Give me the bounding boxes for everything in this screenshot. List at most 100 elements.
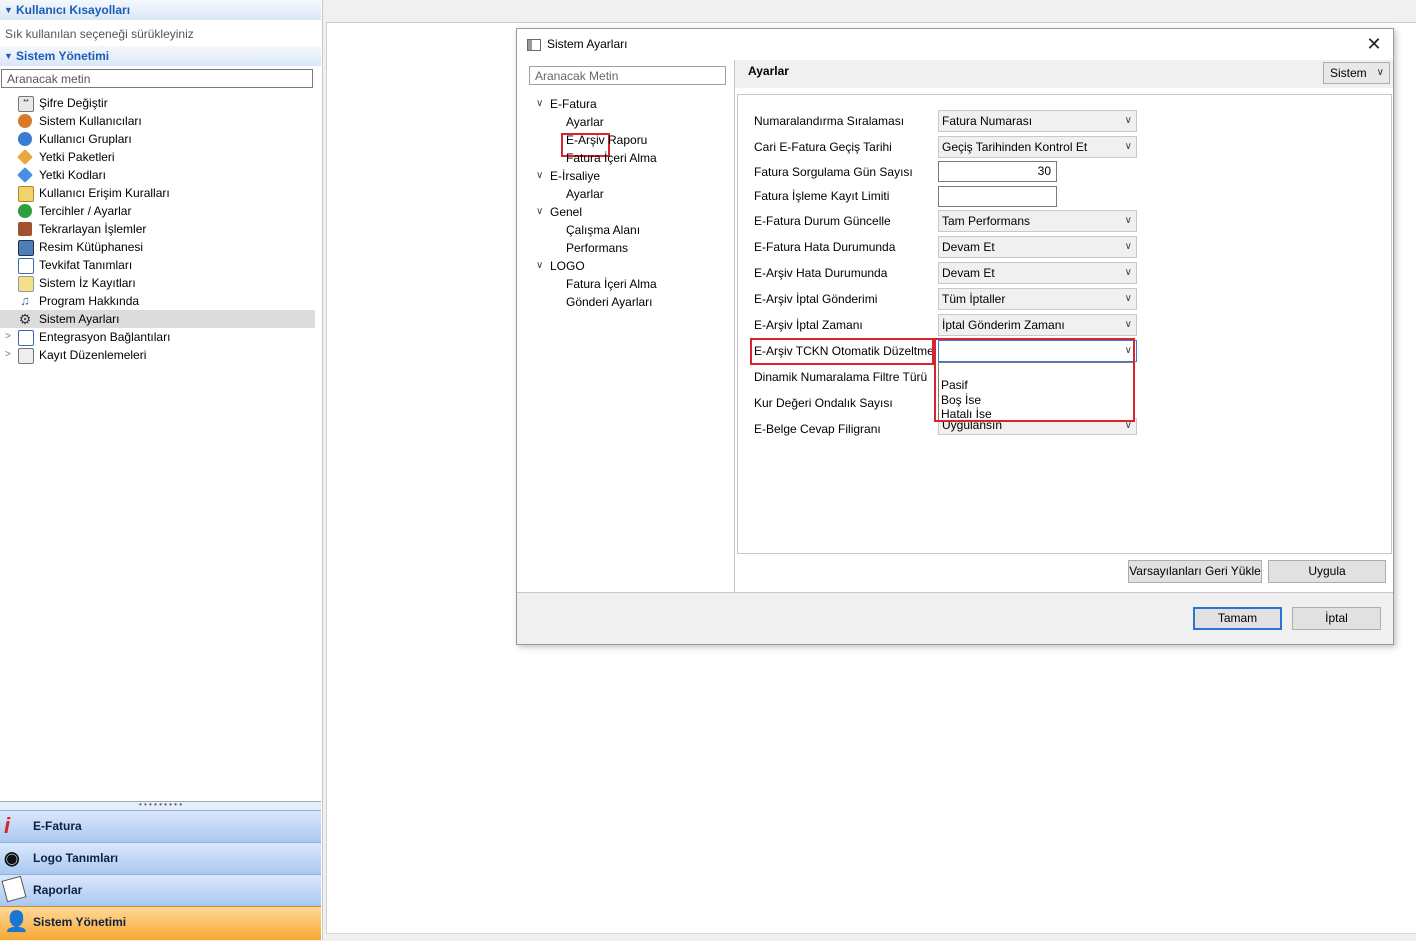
tree-node-label: Ayarlar [566,187,604,201]
numbering-order-select[interactable]: Fatura Numarası ∨ [938,110,1137,132]
nav-item-erisim-kurallari[interactable]: Kullanıcı Erişim Kuralları [0,184,315,202]
settings-title: Ayarlar [748,64,789,78]
nav-item-sistem-ayarlari[interactable]: ⚙ Sistem Ayarları [0,310,315,328]
nav-item-tevkifat[interactable]: Tevkifat Tanımları [0,256,315,274]
field-label: E-Arşiv TCKN Otomatik Düzeltme [754,344,934,358]
nav-item-sistem-kullanicilari[interactable]: Sistem Kullanıcıları [0,112,315,130]
field-label: Fatura İşleme Kayıt Limiti [754,189,890,203]
nav-item-tekrarlayan[interactable]: Tekrarlayan İşlemler [0,220,315,238]
outlook-label: E-Fatura [33,819,82,833]
nav-item-label: Sistem İz Kayıtları [39,276,136,290]
chevron-down-icon: ∨ [1376,67,1384,78]
outlook-sistem-yonetimi[interactable]: 👤 Sistem Yönetimi [0,906,321,940]
panel-splitter[interactable]: • • • • • • • • • [0,801,321,810]
nav-item-kayit-duzenlemeleri[interactable]: > Kayıt Düzenlemeleri [0,346,315,364]
nav-item-resim-kutuphanesi[interactable]: Resim Kütüphanesi [0,238,315,256]
expand-arrow-icon[interactable]: > [5,346,11,364]
dialog-title-bar[interactable]: Sistem Ayarları ✕ [517,29,1393,60]
earsiv-cancel-time-select[interactable]: İptal Gönderim Zamanı ∨ [938,314,1137,336]
nav-item-label: Yetki Kodları [39,168,106,182]
tckn-dropdown-list: Pasif Boş İse Hatalı İse [938,362,1134,422]
restore-defaults-button[interactable]: Varsayılanları Geri Yükle [1128,560,1262,583]
chevron-down-icon: ∨ [1124,267,1132,278]
earsiv-tckn-correction-select[interactable]: ∨ [938,340,1137,362]
chevron-down-icon: ∨ [1124,115,1132,126]
tree-node-logo-fatura-iceri-alma[interactable]: Fatura İçeri Alma [566,275,657,293]
tree-node-label: Fatura İçeri Alma [566,277,657,291]
tree-node-eirsaliye-ayarlar[interactable]: Ayarlar [566,185,604,203]
chevron-down-icon[interactable]: ∨ [536,257,543,275]
nav-item-label: Kullanıcı Erişim Kuralları [39,186,170,200]
nav-item-yetki-paketleri[interactable]: Yetki Paketleri [0,148,315,166]
field-label: E-Arşiv İptal Zamanı [754,318,863,332]
earsiv-error-select[interactable]: Devam Et ∨ [938,262,1137,284]
tree-node-logo[interactable]: ∨ LOGO [536,257,585,275]
tree-node-fatura-iceri-alma[interactable]: Fatura İçeri Alma [566,149,657,167]
nav-search-input[interactable]: Aranacak metin [1,69,313,88]
earsiv-cancel-send-select[interactable]: Tüm İptaller ∨ [938,288,1137,310]
field-label: E-Arşiv İptal Gönderimi [754,292,878,306]
nav-item-entegrasyon[interactable]: > Entegrasyon Bağlantıları [0,328,315,346]
efatura-icon: i [4,813,11,838]
chevron-down-icon: ∨ [1124,141,1132,152]
tree-node-genel[interactable]: ∨ Genel [536,203,582,221]
select-value: İptal Gönderim Zamanı [942,318,1065,332]
tree-search-input[interactable]: Aranacak Metin [529,66,726,85]
tree-node-efatura[interactable]: ∨ E-Fatura [536,95,597,113]
system-management-header[interactable]: ▼ Sistem Yönetimi [0,46,321,66]
expand-arrow-icon[interactable]: > [5,328,11,346]
tree-node-efatura-ayarlar[interactable]: Ayarlar [566,113,604,131]
outlook-logo-tanimlari[interactable]: ◉ Logo Tanımları [0,842,321,874]
nav-item-yetki-kodlari[interactable]: Yetki Kodları [0,166,315,184]
nav-item-label: Kayıt Düzenlemeleri [39,348,147,362]
tree-node-earsiv-raporu[interactable]: E-Arşiv Raporu [566,131,647,149]
outlook-label: Sistem Yönetimi [33,915,127,929]
outlook-label: Raporlar [33,883,83,897]
user-groups-icon [18,132,32,146]
chevron-down-icon: ∨ [1124,319,1132,330]
system-management-label: Sistem Yönetimi [16,49,110,63]
tree-node-calisma-alani[interactable]: Çalışma Alanı [566,221,640,239]
tree-node-label: Çalışma Alanı [566,223,641,237]
nav-item-sifre-degistir[interactable]: ** Şifre Değiştir [0,94,315,112]
nav-item-iz-kayitlari[interactable]: Sistem İz Kayıtları [0,274,315,292]
tree-node-eirsaliye[interactable]: ∨ E-İrsaliye [536,167,600,185]
settings-panel: Ayarlar Sistem ∨ Numaralandırma Sıralama… [735,60,1393,592]
left-navigation-panel: ▼ Kullanıcı Kısayolları Sık kullanılan s… [0,0,323,940]
close-icon[interactable]: ✕ [1361,32,1387,56]
cancel-button[interactable]: İptal [1292,607,1381,630]
dropdown-option-hatali-ise[interactable]: Hatalı İse [941,408,992,421]
chevron-down-icon[interactable]: ∨ [536,203,543,221]
tree-node-label: Ayarlar [566,115,604,129]
nav-item-program-hakkinda[interactable]: ♫ Program Hakkında [0,292,315,310]
scope-select[interactable]: Sistem ∨ [1323,62,1390,84]
nav-item-label: Yetki Paketleri [39,150,115,164]
collapse-icon: ▼ [4,51,13,61]
shortcuts-header[interactable]: ▼ Kullanıcı Kısayolları [0,0,321,20]
collapse-icon: ▼ [4,5,13,15]
outlook-efatura[interactable]: i E-Fatura [0,810,321,842]
ok-button[interactable]: Tamam [1193,607,1282,630]
integration-icon [18,330,34,346]
outlook-raporlar[interactable]: Raporlar [0,874,321,906]
nav-item-label: Tercihler / Ayarlar [39,204,132,218]
record-limit-input[interactable] [938,186,1057,207]
query-days-input[interactable]: 30 [938,161,1057,182]
recurring-icon [18,222,32,236]
nav-item-label: Şifre Değiştir [39,96,108,110]
efatura-error-select[interactable]: Devam Et ∨ [938,236,1137,258]
nav-item-kullanici-gruplari[interactable]: Kullanıcı Grupları [0,130,315,148]
efatura-transition-select[interactable]: Geçiş Tarihinden Kontrol Et ∨ [938,136,1137,158]
chevron-down-icon[interactable]: ∨ [536,95,543,113]
field-label: Fatura Sorgulama Gün Sayısı [754,165,913,179]
music-note-icon: ♫ [20,293,30,308]
nav-item-tercihler[interactable]: Tercihler / Ayarlar [0,202,315,220]
tree-node-performans[interactable]: Performans [566,239,628,257]
select-value: Tam Performans [942,214,1031,228]
efatura-status-update-select[interactable]: Tam Performans ∨ [938,210,1137,232]
chevron-down-icon[interactable]: ∨ [536,167,543,185]
tree-node-gonderi-ayarlari[interactable]: Gönderi Ayarları [566,293,653,311]
dropdown-option-pasif[interactable]: Pasif [941,378,968,393]
dropdown-option-bos-ise[interactable]: Boş İse [941,393,981,408]
apply-button[interactable]: Uygula [1268,560,1386,583]
